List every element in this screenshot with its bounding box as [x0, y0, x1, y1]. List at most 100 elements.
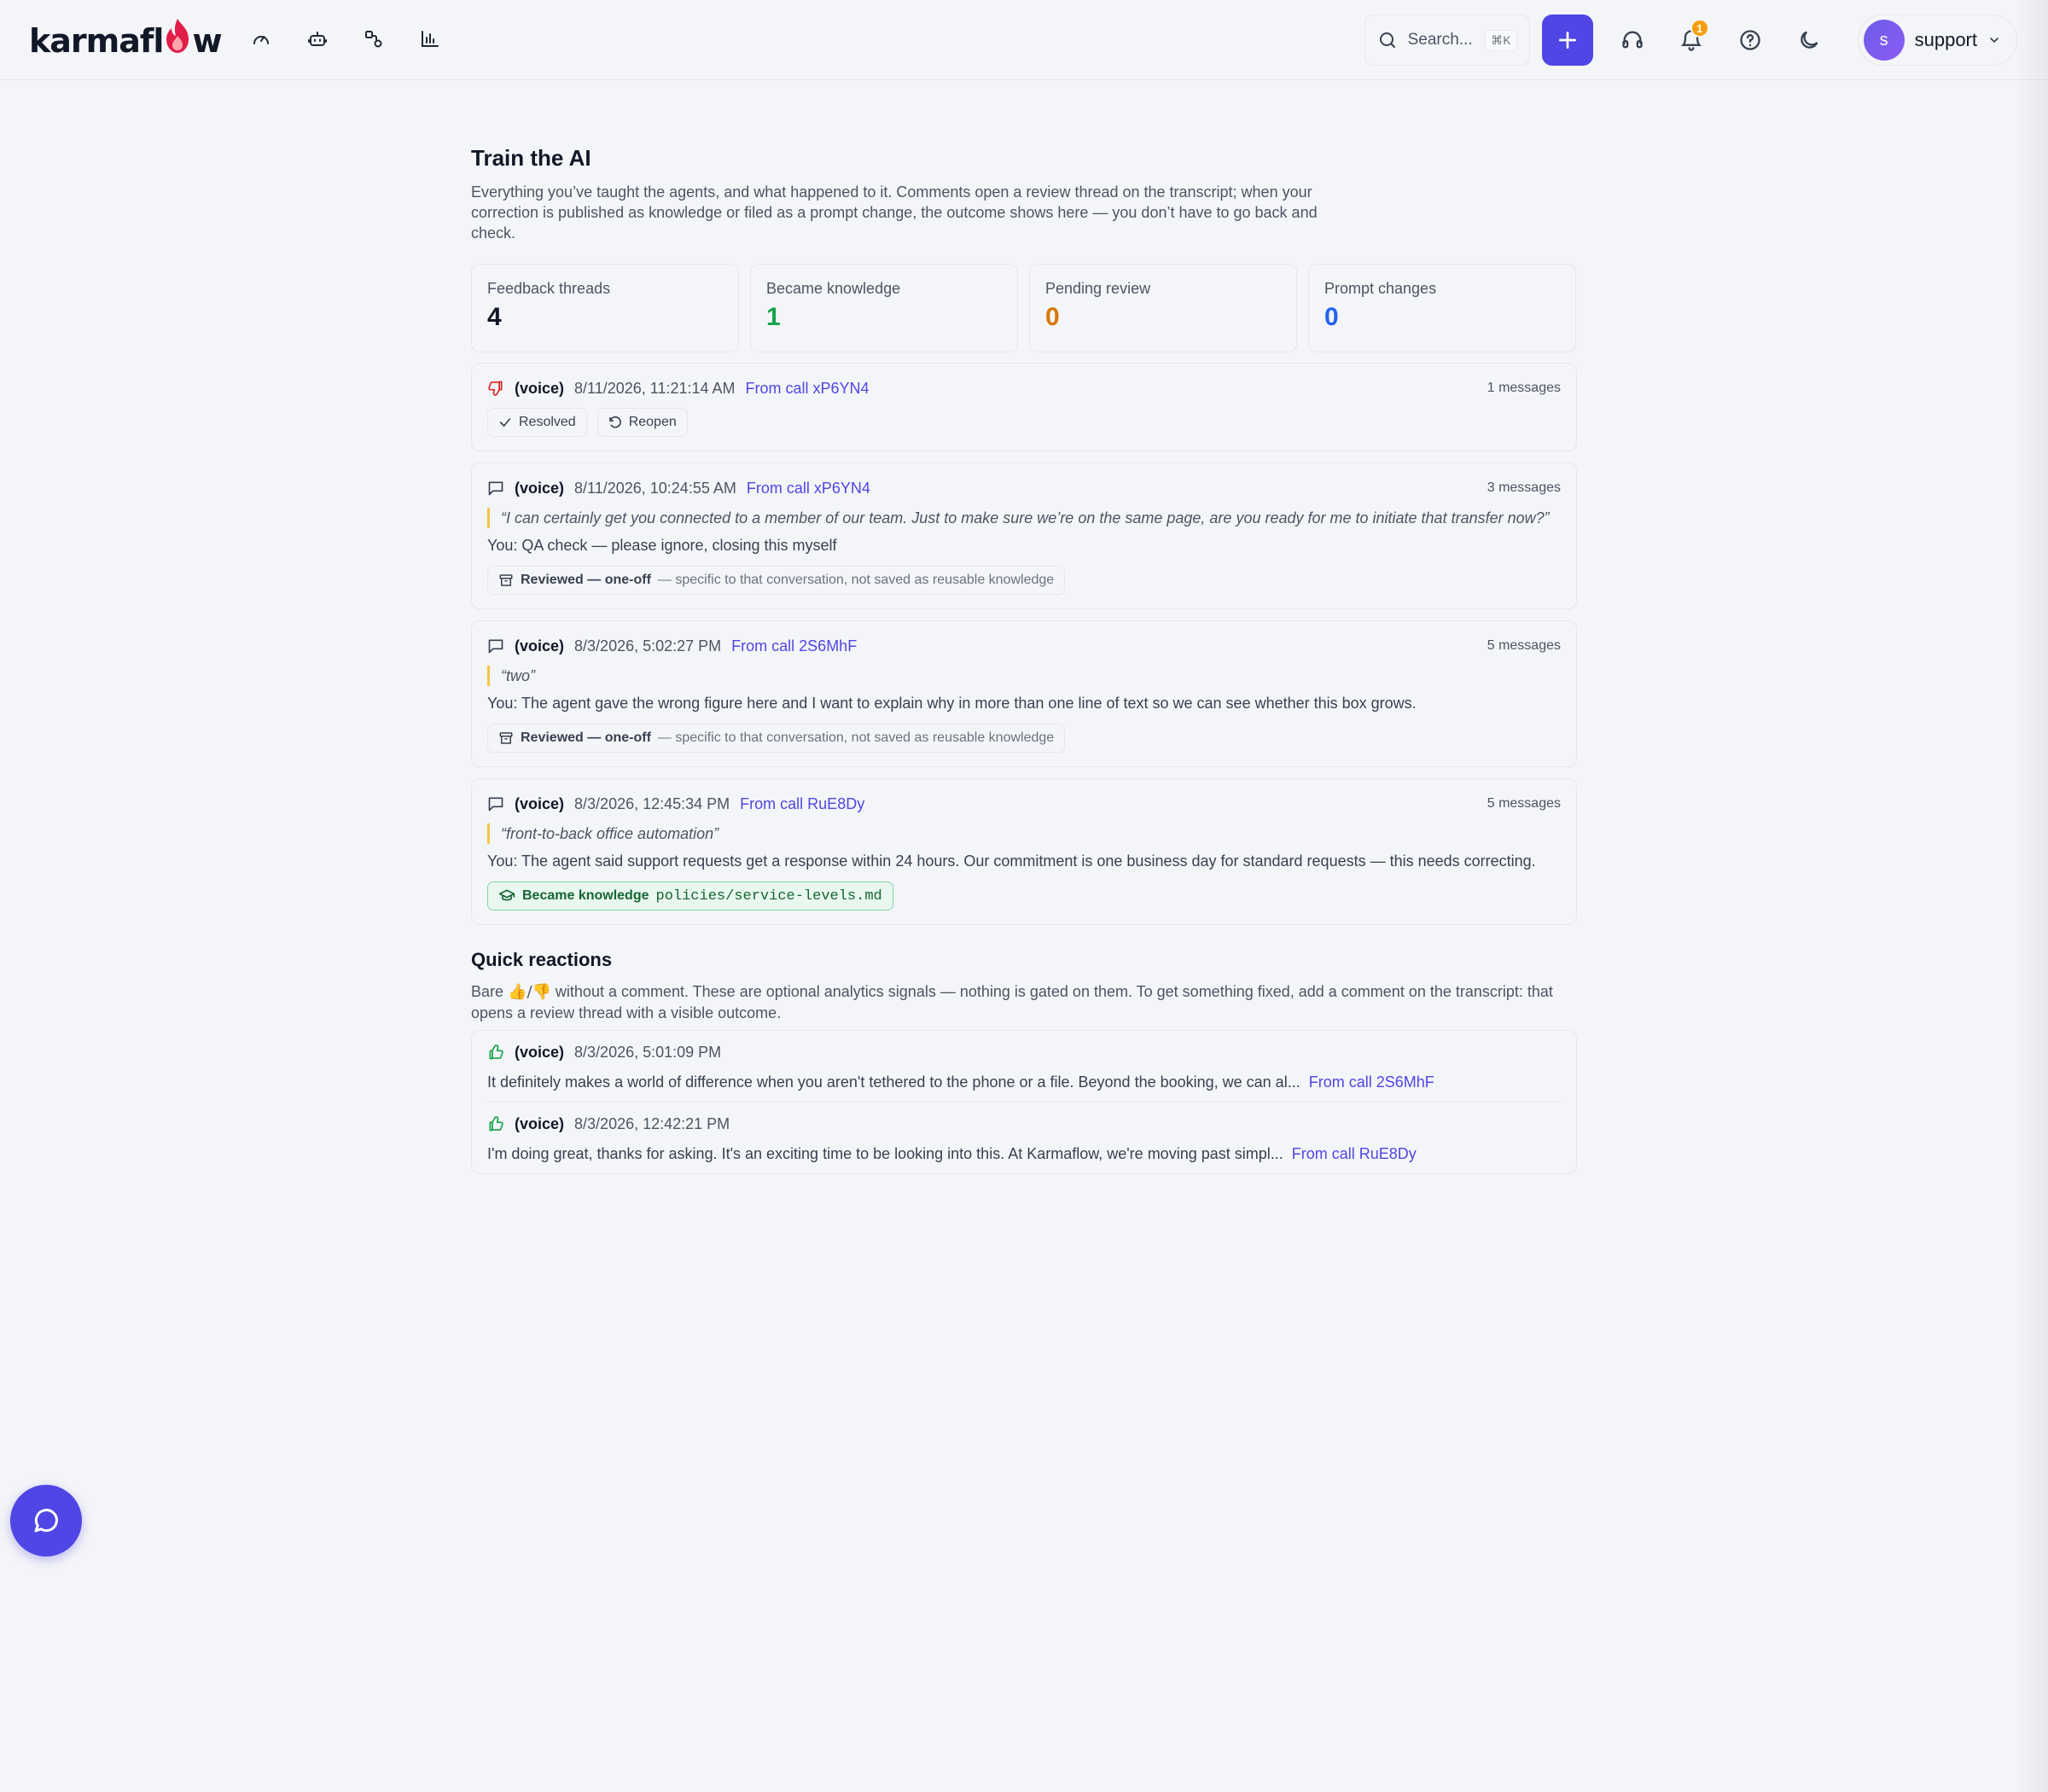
outcome-detail: — specific to that conversation, not sav… — [657, 730, 1055, 745]
help-button[interactable] — [1724, 14, 1777, 67]
headset-icon — [1621, 31, 1643, 49]
user-comment: You: The agent said support requests get… — [487, 852, 1536, 870]
reaction-channel: (voice) — [515, 1114, 565, 1132]
user-comment: You: QA check — please ignore, closing t… — [487, 537, 837, 554]
reaction-snippet: I'm doing great, thanks for asking. It's… — [487, 1145, 1283, 1162]
stat-label: Pending review — [1045, 280, 1151, 297]
reaction-call-link[interactable]: From call RuE8Dy — [1292, 1145, 1417, 1162]
notifications-button[interactable]: 1 — [1665, 14, 1718, 67]
search-shortcut: ⌘K — [1485, 29, 1517, 51]
archive-icon — [499, 574, 513, 586]
thread-call-link[interactable]: From call RuE8Dy — [740, 795, 864, 813]
thread-channel: (voice) — [515, 379, 565, 397]
outcome-label: Reviewed — one-off — [521, 573, 651, 587]
search-input[interactable]: Search... ⌘K — [1364, 15, 1530, 66]
thread-outcome: Reviewed — one-off — specific to that co… — [487, 566, 1561, 595]
qr-desc-after: without a comment. These are optional an… — [471, 983, 1553, 1021]
thread-message-count: 3 messages — [1487, 480, 1561, 495]
thread-call-link[interactable]: From call xP6YN4 — [747, 480, 870, 497]
thumbs-up-icon — [489, 1044, 503, 1060]
reopen-button[interactable]: Reopen — [596, 408, 688, 437]
support-headset-button[interactable] — [1606, 14, 1659, 67]
thread-call-link[interactable]: From call xP6YN4 — [746, 380, 870, 398]
stat-card-prompt-changes: Prompt changes 0 — [1308, 264, 1576, 352]
quick-reactions-title: Quick reactions — [471, 949, 613, 970]
stat-label: Became knowledge — [766, 280, 901, 297]
user-menu[interactable]: s support — [1857, 15, 2017, 66]
dashboard-icon[interactable] — [247, 24, 275, 55]
stats-row: Feedback threads 4 Became knowledge 1 Pe… — [471, 264, 1577, 352]
thread-message-count: 5 messages — [1487, 638, 1561, 653]
thread-header: (voice) 8/11/2026, 11:21:14 AM From call… — [487, 379, 1561, 398]
thread-date: 8/11/2026, 10:24:55 AM — [574, 479, 736, 497]
stat-card-feedback-threads: Feedback threads 4 — [471, 264, 739, 352]
analytics-icon[interactable] — [416, 24, 444, 55]
reaction-header: (voice) 8/3/2026, 5:01:09 PM — [487, 1043, 1561, 1062]
reaction-channel: (voice) — [515, 1043, 565, 1061]
reaction-text: I'm doing great, thanks for asking. It's… — [487, 1145, 1561, 1163]
user-comment: You: The agent gave the wrong figure her… — [487, 695, 1417, 712]
thread-channel: (voice) — [515, 794, 565, 812]
chat-button[interactable] — [10, 1485, 82, 1556]
comment-icon — [488, 481, 503, 496]
stat-value: 4 — [487, 303, 502, 331]
quick-reactions-description: Bare 👍/👎 without a comment. These are op… — [471, 981, 1577, 1023]
feedback-thread[interactable]: (voice) 8/3/2026, 5:02:27 PM From call 2… — [471, 620, 1577, 767]
thread-date: 8/3/2026, 12:45:34 PM — [574, 794, 730, 812]
feedback-thread[interactable]: (voice) 8/3/2026, 12:45:34 PM From call … — [471, 778, 1577, 925]
moon-icon — [1800, 31, 1818, 49]
thread-channel: (voice) — [515, 479, 565, 497]
outcome-badge: Reviewed — one-off — specific to that co… — [487, 566, 1066, 595]
resolved-label: Resolved — [519, 415, 576, 429]
create-button[interactable] — [1541, 15, 1593, 66]
thread-message-count: 1 messages — [1487, 381, 1561, 395]
transcript-quote: “front-to-back office automation” — [487, 823, 1561, 844]
thread-outcome: Reviewed — one-off — specific to that co… — [487, 724, 1561, 753]
thread-date: 8/11/2026, 11:21:14 AM — [574, 379, 736, 397]
thread-header: (voice) 8/11/2026, 10:24:55 AM From call… — [487, 479, 1561, 497]
search-icon — [1379, 32, 1395, 48]
page-title: Train the AI — [471, 145, 591, 171]
thumbs-emoji: 👍/👎 — [508, 983, 551, 1001]
feedback-thread[interactable]: (voice) 8/11/2026, 10:24:55 AM From call… — [471, 463, 1577, 609]
knowledge-label: Became knowledge — [522, 888, 649, 903]
stat-card-became-knowledge: Became knowledge 1 — [750, 264, 1018, 352]
plus-icon — [1558, 31, 1576, 49]
comment-icon — [488, 639, 503, 654]
reaction-text: It definitely makes a world of differenc… — [487, 1073, 1561, 1091]
workflow-icon[interactable] — [360, 24, 387, 55]
resolved-status: Resolved — [487, 408, 587, 437]
karmaflow-logo[interactable]: karmafl w — [29, 19, 223, 61]
list-item: (voice) 8/3/2026, 5:01:09 PM It definite… — [487, 1031, 1561, 1102]
thread-call-link[interactable]: From call 2S6MhF — [731, 637, 857, 655]
top-bar: karmafl w Search... ⌘K 1 s support — [0, 0, 2048, 80]
theme-toggle[interactable] — [1783, 14, 1836, 67]
help-icon — [1739, 30, 1760, 50]
knowledge-badge[interactable]: Became knowledge policies/service-levels… — [487, 881, 893, 911]
reaction-snippet: It definitely makes a world of differenc… — [487, 1073, 1300, 1091]
transcript-quote: “I can certainly get you connected to a … — [487, 508, 1561, 528]
stat-value: 0 — [1045, 303, 1060, 331]
stat-label: Prompt changes — [1324, 280, 1437, 297]
logo-text-part1: karmafl — [29, 22, 164, 60]
search-placeholder: Search... — [1407, 31, 1473, 49]
reaction-date: 8/3/2026, 5:01:09 PM — [574, 1043, 722, 1061]
page-description: Everything you’ve taught the agents, and… — [471, 183, 1318, 241]
thread-message-count: 5 messages — [1487, 796, 1561, 811]
main-content: Train the AI Everything you’ve taught th… — [471, 145, 1577, 1174]
stat-value: 0 — [1324, 303, 1339, 331]
qr-desc-before: Bare — [471, 983, 509, 1000]
feedback-thread[interactable]: (voice) 8/11/2026, 11:21:14 AM From call… — [471, 363, 1577, 451]
outcome-badge: Reviewed — one-off — specific to that co… — [487, 724, 1066, 753]
transcript-quote: “two” — [487, 666, 1561, 686]
stat-value: 1 — [766, 303, 781, 331]
thread-outcome: Became knowledge policies/service-levels… — [487, 881, 1561, 911]
stat-card-pending-review: Pending review 0 — [1029, 264, 1297, 352]
outcome-detail: — specific to that conversation, not sav… — [657, 573, 1055, 587]
thread-actions: Resolved Reopen — [487, 408, 1561, 437]
bot-icon[interactable] — [304, 24, 331, 55]
thread-header: (voice) 8/3/2026, 12:45:34 PM From call … — [487, 794, 1561, 813]
knowledge-path: policies/service-levels.md — [655, 887, 882, 905]
list-item: (voice) 8/3/2026, 12:42:21 PM I'm doing … — [487, 1102, 1561, 1173]
reaction-call-link[interactable]: From call 2S6MhF — [1309, 1073, 1434, 1091]
